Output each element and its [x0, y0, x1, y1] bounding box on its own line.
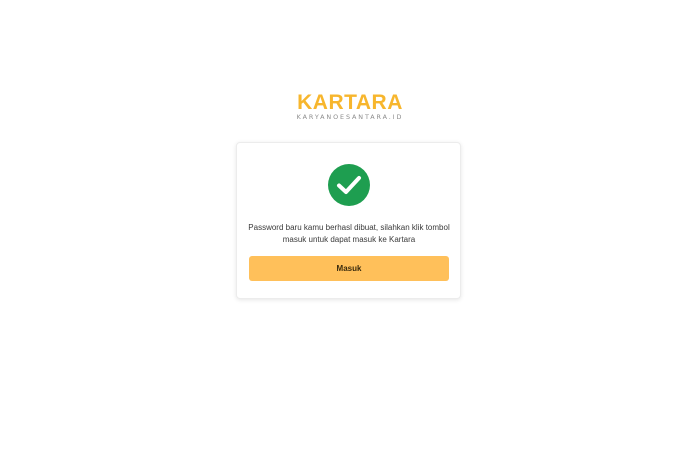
success-message: Password baru kamu berhasl dibuat, silah… — [248, 223, 450, 244]
brand-tagline: KARYANOESANTARA.ID — [296, 113, 404, 121]
checkmark-icon — [337, 176, 361, 194]
brand-logo: KARTARA KARYANOESANTARA.ID — [290, 91, 410, 121]
brand-name: KARTARA — [297, 91, 403, 114]
success-card: Password baru kamu berhasl dibuat, silah… — [236, 142, 461, 299]
page: KARTARA KARYANOESANTARA.ID Password baru… — [0, 0, 700, 460]
login-button[interactable]: Masuk — [249, 256, 449, 281]
check-circle-icon — [328, 164, 370, 206]
